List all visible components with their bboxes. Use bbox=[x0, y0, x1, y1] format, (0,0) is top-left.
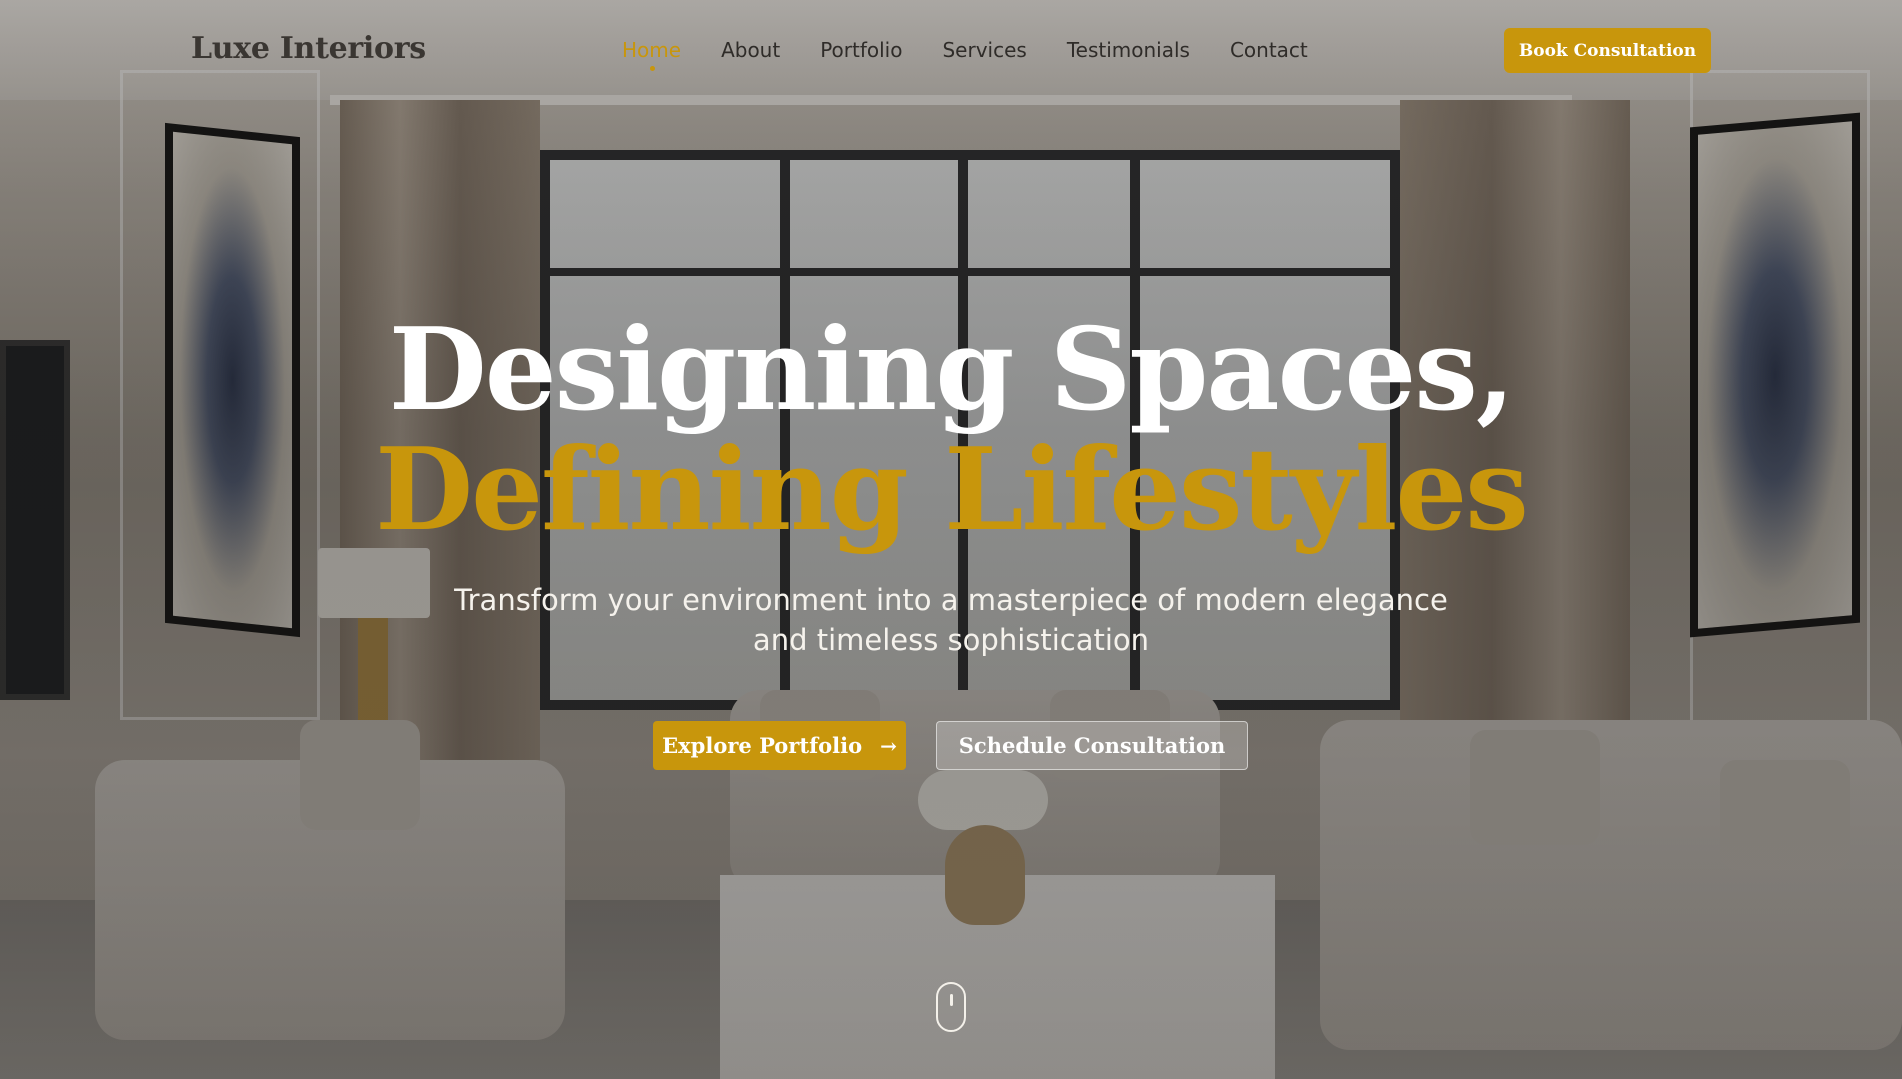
site-logo[interactable]: Luxe Interiors bbox=[191, 31, 426, 66]
nav-link-about[interactable]: About bbox=[721, 38, 780, 62]
scroll-wheel bbox=[950, 994, 953, 1006]
schedule-consultation-button[interactable]: Schedule Consultation bbox=[936, 721, 1248, 770]
nav-link-portfolio[interactable]: Portfolio bbox=[820, 38, 902, 62]
book-consultation-button[interactable]: Book Consultation bbox=[1504, 28, 1711, 73]
nav-links: Home About Portfolio Services Testimonia… bbox=[622, 38, 1348, 71]
button-label: Schedule Consultation bbox=[958, 733, 1226, 758]
nav-link-label: Home bbox=[622, 38, 682, 62]
nav-link-contact[interactable]: Contact bbox=[1230, 38, 1308, 62]
nav-link-label: About bbox=[721, 38, 781, 62]
mouse-scroll-icon[interactable] bbox=[936, 982, 966, 1032]
active-indicator-dot bbox=[649, 66, 655, 71]
top-navigation: Luxe Interiors Home About Portfolio Serv… bbox=[0, 0, 1902, 100]
headline-line-1: Designing Spaces, bbox=[388, 303, 1516, 436]
explore-portfolio-button[interactable]: Explore Portfolio → bbox=[653, 721, 906, 770]
nav-link-label: Services bbox=[942, 38, 1027, 62]
nav-link-label: Contact bbox=[1229, 38, 1308, 62]
arrow-right-icon: → bbox=[880, 733, 897, 758]
button-label: Explore Portfolio bbox=[662, 733, 863, 758]
nav-link-label: Testimonials bbox=[1066, 38, 1190, 62]
nav-link-label: Portfolio bbox=[820, 38, 903, 62]
hero-headline: Designing Spaces, Defining Lifestyles bbox=[0, 310, 1902, 550]
hero-subtitle: Transform your environment into a master… bbox=[454, 583, 1448, 657]
nav-link-home[interactable]: Home bbox=[622, 38, 682, 71]
nav-link-testimonials[interactable]: Testimonials bbox=[1067, 38, 1190, 62]
nav-link-services[interactable]: Services bbox=[942, 38, 1026, 62]
hero-buttons: Explore Portfolio → Schedule Consultatio… bbox=[653, 721, 1248, 770]
headline-line-2: Defining Lifestyles bbox=[375, 423, 1529, 556]
